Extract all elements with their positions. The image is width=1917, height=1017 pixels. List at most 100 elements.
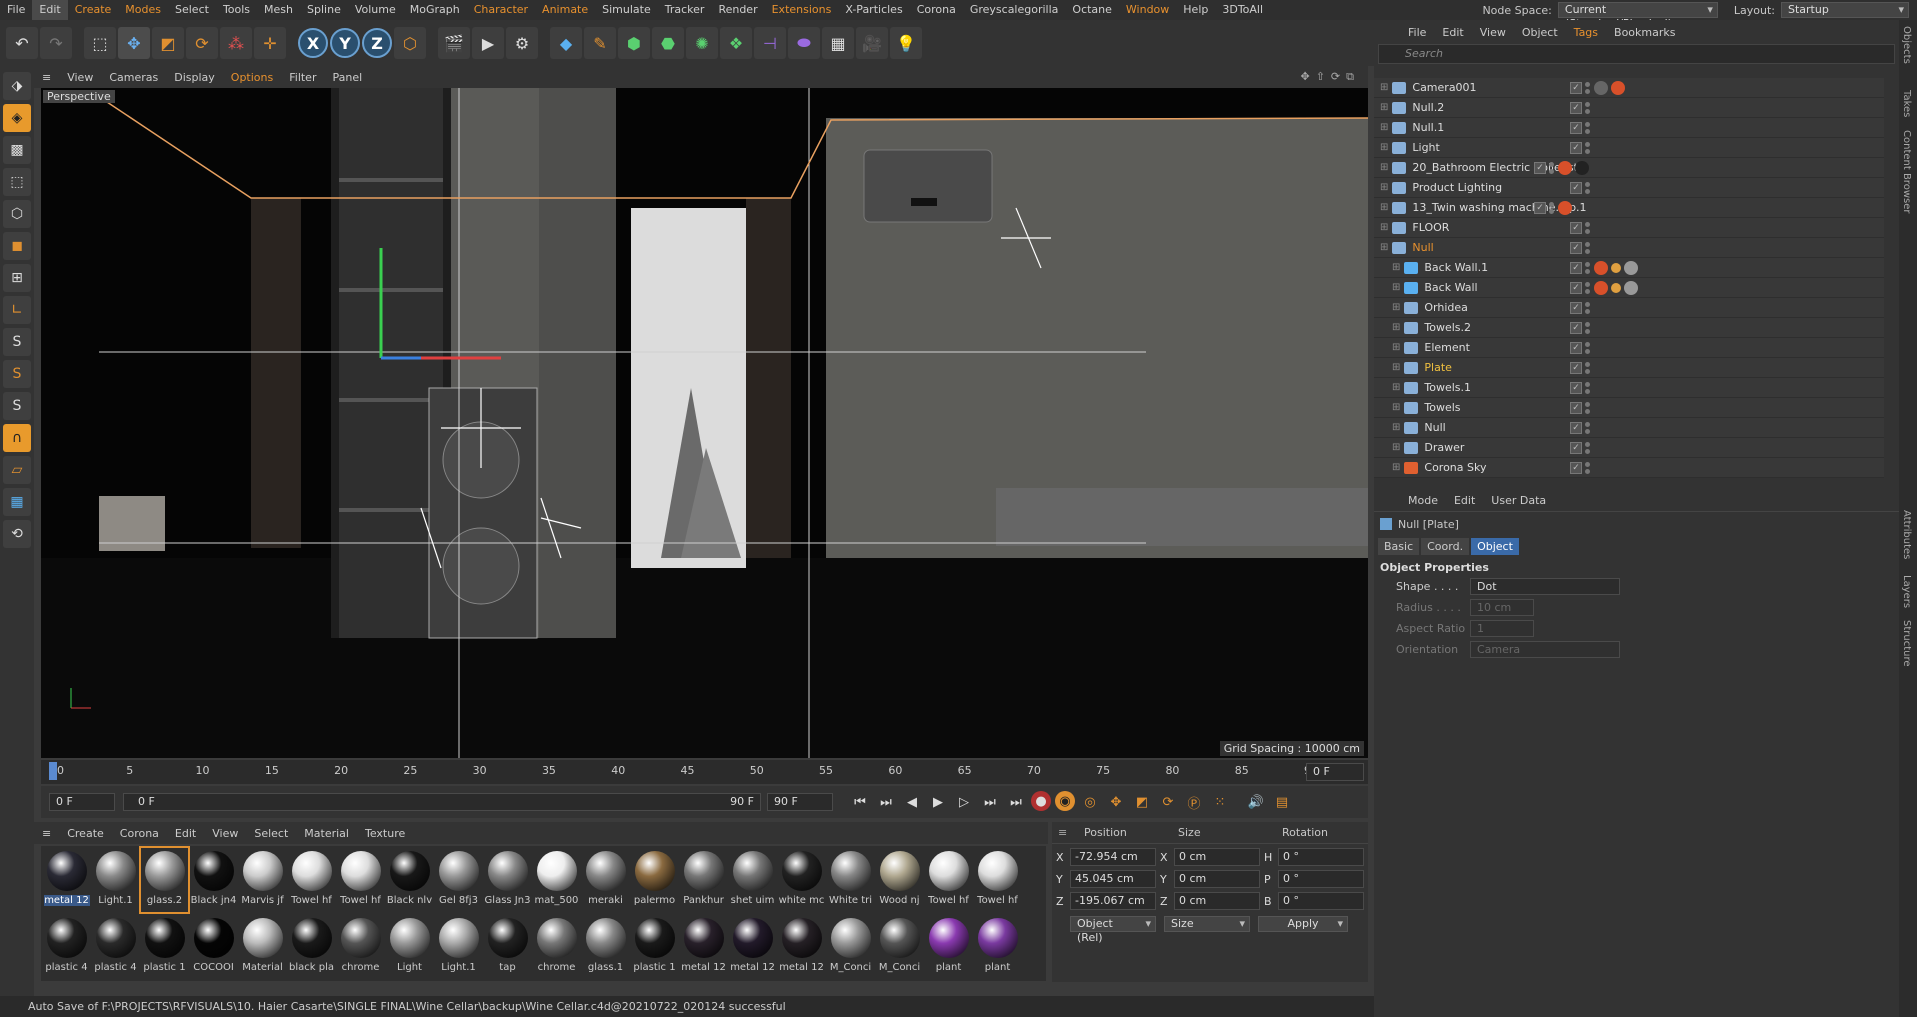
menu-item-x-particles[interactable]: X-Particles bbox=[838, 0, 909, 20]
next-frame-icon[interactable]: ▷ bbox=[953, 791, 975, 813]
om-menu-file[interactable]: File bbox=[1400, 26, 1434, 39]
size-mode-dropdown[interactable]: Size bbox=[1164, 916, 1250, 932]
object-row[interactable]: ⊞ Light ✓ bbox=[1374, 138, 1884, 158]
timeline-window-icon[interactable]: ▤ bbox=[1271, 791, 1293, 813]
expand-toggle-icon[interactable]: ⊞ bbox=[1392, 382, 1400, 393]
end-frame-field[interactable]: 90 F bbox=[767, 793, 833, 811]
texture-mode-icon[interactable]: ▩ bbox=[3, 136, 31, 164]
render-to-picture-viewer-icon[interactable]: ▶ bbox=[472, 27, 504, 59]
material-menu-icon[interactable]: ≡ bbox=[34, 827, 59, 840]
expand-toggle-icon[interactable]: ⊞ bbox=[1392, 442, 1400, 453]
material-menu-view[interactable]: View bbox=[204, 827, 246, 840]
menu-item-mograph[interactable]: MoGraph bbox=[403, 0, 467, 20]
material-swatch[interactable]: white mc bbox=[778, 848, 825, 912]
object-row[interactable]: ⊞ Orhidea ✓ bbox=[1374, 298, 1884, 318]
menu-item-volume[interactable]: Volume bbox=[348, 0, 403, 20]
rotation-field[interactable]: 0 ° bbox=[1278, 870, 1364, 888]
menu-item-create[interactable]: Create bbox=[68, 0, 119, 20]
light-icon[interactable]: 💡 bbox=[890, 27, 922, 59]
expand-toggle-icon[interactable]: ⊞ bbox=[1392, 422, 1400, 433]
menu-item-tools[interactable]: Tools bbox=[216, 0, 257, 20]
menu-item-extensions[interactable]: Extensions bbox=[765, 0, 839, 20]
play-icon[interactable]: ▶ bbox=[927, 791, 949, 813]
key-pla-icon[interactable]: ⁙ bbox=[1209, 791, 1231, 813]
goto-start-icon[interactable]: ⏮ bbox=[849, 791, 871, 813]
recent-tools-icon[interactable]: ⁂ bbox=[220, 27, 252, 59]
material-swatch[interactable]: glass.2 bbox=[139, 846, 190, 914]
rotation-field[interactable]: 0 ° bbox=[1278, 892, 1364, 910]
render-dots-icon[interactable] bbox=[1585, 281, 1591, 295]
expand-toggle-icon[interactable]: ⊞ bbox=[1380, 142, 1388, 153]
attr-menu-user-data[interactable]: User Data bbox=[1483, 494, 1554, 507]
make-editable-icon[interactable]: ⬗ bbox=[3, 72, 31, 100]
timeline-current-frame-field[interactable]: 0 F bbox=[1306, 763, 1364, 781]
material-swatch[interactable]: metal 12 bbox=[680, 915, 727, 979]
material-swatch[interactable]: meraki bbox=[582, 848, 629, 912]
render-dots-icon[interactable] bbox=[1585, 381, 1591, 395]
material-swatch[interactable]: Wood nj bbox=[876, 848, 923, 912]
material-tag-icon[interactable] bbox=[1558, 201, 1572, 215]
material-swatch[interactable]: Towel hf bbox=[974, 848, 1021, 912]
redo-icon[interactable]: ↷ bbox=[40, 27, 72, 59]
camera-icon[interactable]: 🎥 bbox=[856, 27, 888, 59]
timeline-ruler[interactable]: 0510152025303540455055606570758085900 F bbox=[41, 760, 1368, 784]
render-dots-icon[interactable] bbox=[1585, 81, 1591, 95]
render-dots-icon[interactable] bbox=[1585, 141, 1591, 155]
menu-item-window[interactable]: Window bbox=[1119, 0, 1176, 20]
prev-key-icon[interactable]: ⏭ bbox=[875, 791, 897, 813]
expand-toggle-icon[interactable]: ⊞ bbox=[1392, 402, 1400, 413]
material-swatch[interactable]: Marvis jf bbox=[239, 848, 286, 912]
side-tab-structure[interactable]: Structure bbox=[1901, 620, 1912, 667]
attr-menu-edit[interactable]: Edit bbox=[1446, 494, 1483, 507]
viewport-menu-view[interactable]: View bbox=[59, 71, 101, 84]
material-swatch[interactable]: Towel hf bbox=[925, 848, 972, 912]
deformer-icon[interactable]: ⊣ bbox=[754, 27, 786, 59]
visibility-check-icon[interactable]: ✓ bbox=[1570, 262, 1582, 274]
viewport-menu-options[interactable]: Options bbox=[223, 71, 281, 84]
expand-toggle-icon[interactable]: ⊞ bbox=[1380, 202, 1388, 213]
workplane-grid-icon[interactable]: ▦ bbox=[3, 488, 31, 516]
visibility-check-icon[interactable]: ✓ bbox=[1534, 202, 1546, 214]
prev-frame-icon[interactable]: ◀ bbox=[901, 791, 923, 813]
menu-item-edit[interactable]: Edit bbox=[32, 0, 68, 20]
render-dots-icon[interactable] bbox=[1585, 341, 1591, 355]
menu-item-spline[interactable]: Spline bbox=[300, 0, 348, 20]
menu-item-3dtoall[interactable]: 3DToAll bbox=[1215, 0, 1270, 20]
material-swatch[interactable]: plastic 1 bbox=[631, 915, 678, 979]
object-row[interactable]: ⊞ Camera001 ✓ bbox=[1374, 78, 1884, 98]
material-swatch[interactable]: metal 12 bbox=[729, 915, 776, 979]
menu-item-file[interactable]: File bbox=[0, 0, 32, 20]
property-value[interactable]: Dot bbox=[1470, 578, 1620, 595]
sound-icon[interactable]: 🔊 bbox=[1245, 791, 1267, 813]
visibility-check-icon[interactable]: ✓ bbox=[1570, 442, 1582, 454]
object-row[interactable]: ⊞ Drawer ✓ bbox=[1374, 438, 1884, 458]
current-frame-field[interactable]: 0 F bbox=[49, 793, 115, 811]
expand-toggle-icon[interactable]: ⊞ bbox=[1380, 242, 1388, 253]
object-row[interactable]: ⊞ 20_Bathroom Electric Boiler.stp ✓ bbox=[1374, 158, 1884, 178]
material-swatch[interactable]: chrome bbox=[337, 915, 384, 979]
pen-icon[interactable]: ✎ bbox=[584, 27, 616, 59]
expand-toggle-icon[interactable]: ⊞ bbox=[1380, 82, 1388, 93]
expand-toggle-icon[interactable]: ⊞ bbox=[1392, 262, 1400, 273]
polygons-mode-icon[interactable]: ◼ bbox=[3, 232, 31, 260]
material-menu-create[interactable]: Create bbox=[59, 827, 112, 840]
material-swatch[interactable]: M_Conci bbox=[827, 915, 874, 979]
material-swatch[interactable]: Light bbox=[386, 915, 433, 979]
visibility-check-icon[interactable]: ✓ bbox=[1570, 182, 1582, 194]
render-region-icon[interactable]: 🎬 bbox=[438, 27, 470, 59]
om-menu-view[interactable]: View bbox=[1472, 26, 1514, 39]
object-search-input[interactable]: Search bbox=[1378, 44, 1895, 64]
visibility-check-icon[interactable]: ✓ bbox=[1570, 122, 1582, 134]
coord-mode-dropdown[interactable]: Object (Rel) bbox=[1070, 916, 1156, 944]
material-swatch[interactable]: mat_500 bbox=[533, 848, 580, 912]
uv-mode-icon[interactable]: ⊞ bbox=[3, 264, 31, 292]
visibility-check-icon[interactable]: ✓ bbox=[1570, 142, 1582, 154]
autokey-icon[interactable]: ◉ bbox=[1055, 791, 1075, 811]
undo-icon[interactable]: ↶ bbox=[6, 27, 38, 59]
position-field[interactable]: -195.067 cm bbox=[1070, 892, 1156, 910]
side-tab-objects[interactable]: Objects bbox=[1901, 26, 1912, 64]
render-dots-icon[interactable] bbox=[1585, 321, 1591, 335]
expand-toggle-icon[interactable]: ⊞ bbox=[1380, 222, 1388, 233]
material-swatch[interactable]: shet uim bbox=[729, 848, 776, 912]
render-dots-icon[interactable] bbox=[1585, 361, 1591, 375]
